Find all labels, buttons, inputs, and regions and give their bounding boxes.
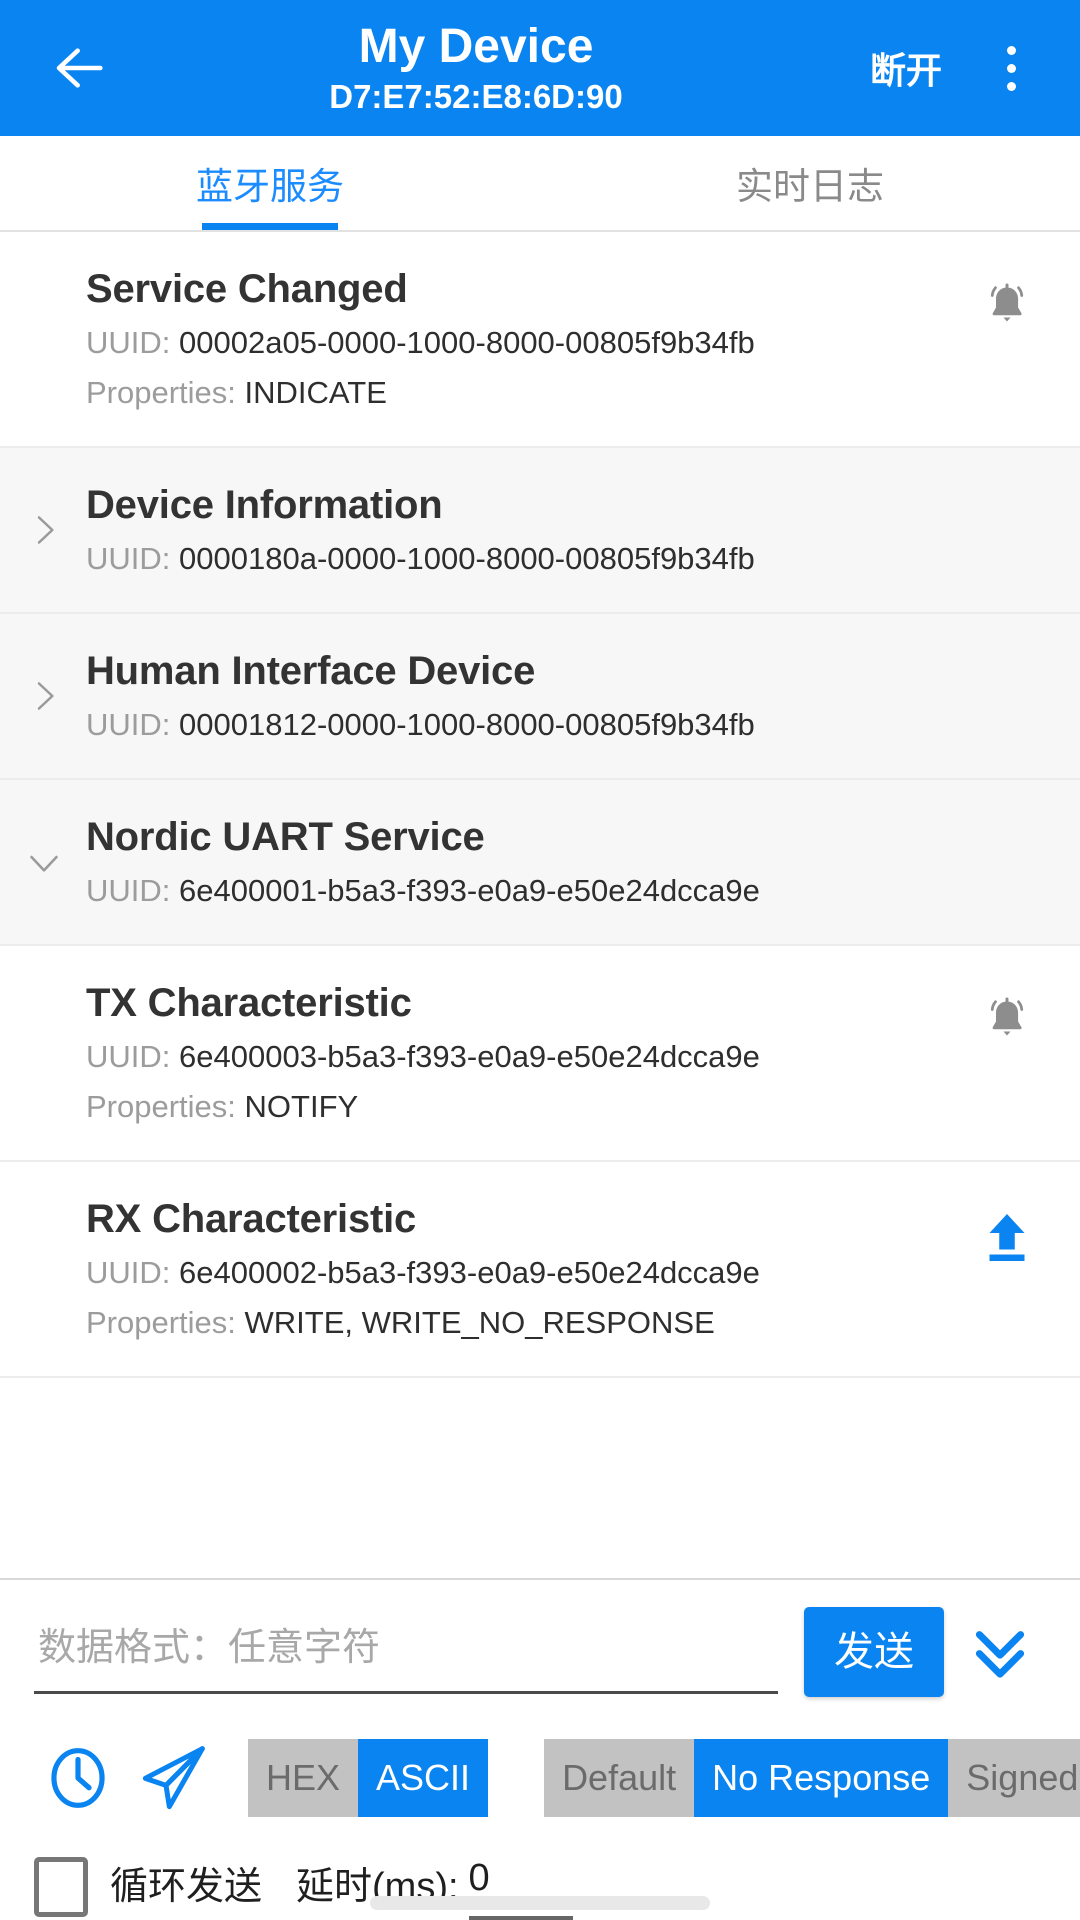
send-options-toolbar: HEX ASCII Default No Response Signed — [0, 1708, 1080, 1838]
format-option-hex[interactable]: HEX — [248, 1739, 359, 1817]
navigation-bar-hint — [370, 1896, 710, 1910]
dot — [1006, 45, 1016, 55]
clock-icon — [51, 1748, 105, 1808]
characteristic-uuid: UUID: 6e400003-b5a3-f393-e0a9-e50e24dcca… — [86, 1034, 1040, 1080]
uuid-value: 6e400002-b5a3-f393-e0a9-e50e24dcca9e — [179, 1255, 760, 1290]
title-block: My Device D7:E7:52:E8:6D:90 — [98, 19, 854, 117]
characteristic-properties: Properties: NOTIFY — [86, 1084, 1040, 1130]
notify-toggle-button[interactable] — [976, 990, 1038, 1052]
bell-notify-icon — [990, 997, 1024, 1036]
upload-icon — [989, 1214, 1025, 1261]
service-list[interactable]: Service Changed UUID: 00002a05-0000-1000… — [0, 232, 1080, 1578]
send-bar: 发送 — [0, 1578, 1080, 1708]
tab-realtime-log[interactable]: 实时日志 — [540, 136, 1080, 230]
loop-send-label: 循环发送 — [110, 1866, 263, 1908]
characteristic-name: RX Characteristic — [86, 1197, 417, 1241]
bell-notify-icon — [990, 283, 1024, 322]
loop-send-checkbox[interactable] — [34, 1857, 88, 1917]
properties-label: Properties: — [86, 1089, 236, 1124]
uuid-value: 6e400003-b5a3-f393-e0a9-e50e24dcca9e — [179, 1039, 760, 1074]
list-item[interactable]: Device Information UUID: 0000180a-0000-1… — [0, 448, 1080, 614]
properties-label: Properties: — [86, 375, 236, 410]
uuid-label: UUID: — [86, 325, 171, 360]
list-item[interactable]: RX Characteristic UUID: 6e400002-b5a3-f3… — [0, 1162, 1080, 1378]
delay-input-wrapper[interactable] — [468, 1854, 573, 1920]
service-uuid: UUID: 00001812-0000-1000-8000-00805f9b34… — [86, 702, 1040, 748]
tab-label: 蓝牙服务 — [196, 166, 344, 207]
uuid-label: UUID: — [86, 1039, 171, 1074]
service-name: Nordic UART Service — [86, 815, 485, 859]
write-option-no-response[interactable]: No Response — [694, 1739, 949, 1817]
uuid-value: 00002a05-0000-1000-8000-00805f9b34fb — [179, 325, 755, 360]
write-type-segmented-control: Default No Response Signed — [544, 1739, 1080, 1817]
uuid-label: UUID: — [86, 707, 171, 742]
write-button[interactable] — [976, 1206, 1038, 1268]
device-address: D7:E7:52:E8:6D:90 — [329, 78, 623, 115]
history-button[interactable] — [30, 1730, 126, 1826]
uuid-value: 00001812-0000-1000-8000-00805f9b34fb — [179, 707, 755, 742]
properties-value: WRITE, WRITE_NO_RESPONSE — [244, 1305, 715, 1340]
dot — [1006, 81, 1016, 91]
service-uuid: UUID: 6e400001-b5a3-f393-e0a9-e50e24dcca… — [86, 868, 1040, 914]
list-item[interactable]: Nordic UART Service UUID: 6e400001-b5a3-… — [0, 780, 1080, 946]
service-name: Human Interface Device — [86, 649, 536, 693]
uuid-label: UUID: — [86, 541, 171, 576]
service-uuid: UUID: 0000180a-0000-1000-8000-00805f9b34… — [86, 536, 1040, 582]
write-option-default[interactable]: Default — [544, 1739, 695, 1817]
page-title: My Device — [358, 20, 594, 73]
data-input[interactable] — [38, 1620, 774, 1675]
tab-bar: 蓝牙服务 实时日志 — [0, 136, 1080, 232]
uuid-value: 6e400001-b5a3-f393-e0a9-e50e24dcca9e — [179, 873, 760, 908]
collapse-toggle[interactable] — [22, 840, 66, 884]
characteristic-name: TX Characteristic — [86, 981, 412, 1025]
more-vertical-icon[interactable] — [976, 29, 1046, 107]
service-name: Service Changed — [86, 267, 408, 311]
paper-plane-icon — [142, 1746, 205, 1810]
double-chevron-down-icon — [975, 1631, 1025, 1678]
app-bar: My Device D7:E7:52:E8:6D:90 断开 — [0, 0, 1080, 136]
properties-label: Properties: — [86, 1305, 236, 1340]
list-item[interactable]: Service Changed UUID: 00002a05-0000-1000… — [0, 232, 1080, 448]
write-option-signed[interactable]: Signed — [948, 1739, 1080, 1817]
disconnect-button[interactable]: 断开 — [864, 32, 948, 104]
service-properties: Properties: INDICATE — [86, 370, 1040, 416]
tab-bluetooth-services[interactable]: 蓝牙服务 — [0, 136, 540, 230]
data-format-segmented-control: HEX ASCII — [248, 1739, 489, 1817]
uuid-value: 0000180a-0000-1000-8000-00805f9b34fb — [179, 541, 755, 576]
dot — [1006, 63, 1016, 73]
service-name: Device Information — [86, 483, 443, 527]
send-button[interactable]: 发送 — [804, 1607, 944, 1697]
list-item[interactable]: TX Characteristic UUID: 6e400003-b5a3-f3… — [0, 946, 1080, 1162]
properties-value: NOTIFY — [244, 1089, 359, 1124]
uuid-label: UUID: — [86, 873, 171, 908]
app-screen: My Device D7:E7:52:E8:6D:90 断开 蓝牙服务 实时日志… — [0, 0, 1080, 1920]
notify-toggle-button[interactable] — [976, 276, 1038, 338]
characteristic-uuid: UUID: 6e400002-b5a3-f393-e0a9-e50e24dcca… — [86, 1250, 1040, 1296]
properties-value: INDICATE — [244, 375, 387, 410]
tab-label: 实时日志 — [736, 166, 884, 207]
expand-toggle[interactable] — [22, 674, 66, 718]
format-option-ascii[interactable]: ASCII — [358, 1739, 489, 1817]
uuid-label: UUID: — [86, 1255, 171, 1290]
list-item[interactable]: Human Interface Device UUID: 00001812-00… — [0, 614, 1080, 780]
delay-input[interactable] — [468, 1854, 569, 1902]
expand-panel-button[interactable] — [954, 1606, 1046, 1698]
chevron-down-icon — [30, 855, 58, 872]
quick-send-button[interactable] — [126, 1730, 222, 1826]
chevron-right-icon — [37, 682, 54, 710]
characteristic-properties: Properties: WRITE, WRITE_NO_RESPONSE — [86, 1300, 1040, 1346]
expand-toggle[interactable] — [22, 508, 66, 552]
chevron-right-icon — [37, 516, 54, 544]
data-input-wrapper[interactable] — [34, 1611, 778, 1694]
service-uuid: UUID: 00002a05-0000-1000-8000-00805f9b34… — [86, 320, 1040, 366]
